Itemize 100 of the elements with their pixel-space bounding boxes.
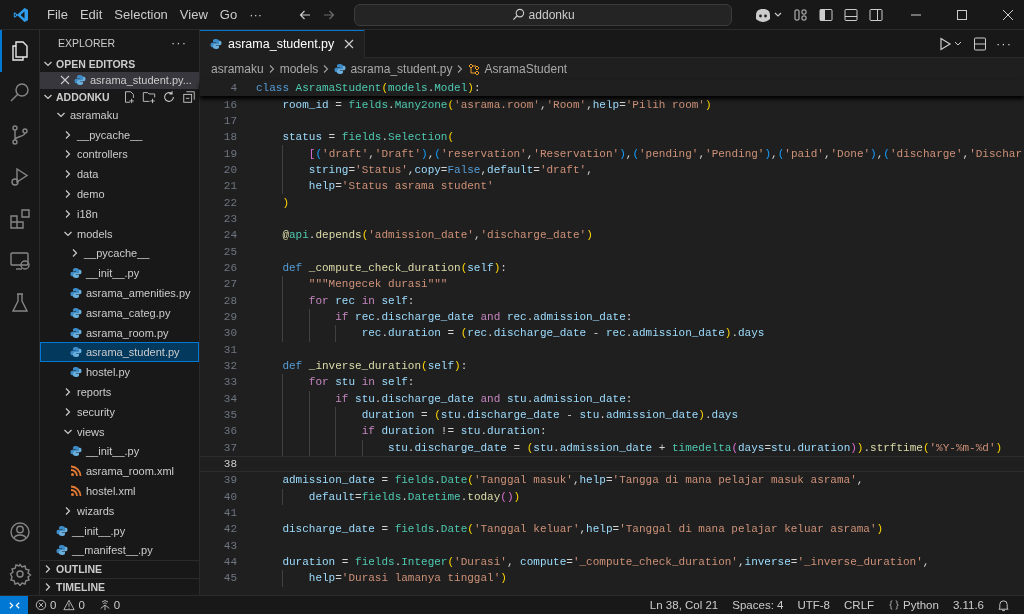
tree-item[interactable]: wizards — [40, 500, 199, 521]
status-item[interactable]: Spaces: 4 — [725, 599, 791, 611]
tree-item[interactable]: hostel.py — [40, 362, 199, 383]
file-name: __init__.py — [86, 445, 140, 458]
sidebar-toggle-icon[interactable] — [818, 6, 834, 23]
tree-item[interactable]: __pycache__ — [40, 124, 199, 145]
menu-item[interactable]: Go — [213, 7, 244, 22]
tree-item[interactable]: controllers — [40, 144, 199, 165]
python-file-icon — [70, 306, 82, 319]
line-number: 32 — [222, 360, 237, 372]
status-item[interactable]: Python — [881, 599, 946, 611]
status-item[interactable]: Ln 38, Col 21 — [642, 599, 726, 611]
extensions-icon — [7, 207, 32, 231]
line-number: 28 — [222, 294, 237, 307]
breadcrumb-item[interactable]: asrama_student.py — [350, 62, 453, 76]
code-line: if stu.discharge_date and stu.admission_date: — [335, 392, 633, 405]
tree-item[interactable]: hostel.xml — [40, 481, 199, 501]
line-number: 38 — [222, 458, 237, 471]
line-number: 31 — [222, 343, 237, 356]
code-line: rec.duration = (rec.discharge_date - rec.admission_date).days — [361, 327, 765, 340]
python-file-icon — [70, 267, 82, 280]
tree-item[interactable]: __init__.py — [40, 520, 199, 541]
code-line: duration = (stu.discharge_date - stu.admission_date).days — [361, 409, 738, 422]
line-number: 34 — [222, 392, 237, 405]
tree-item[interactable]: __init__.py — [40, 441, 199, 462]
editor-tab[interactable]: asrama_student.py — [200, 30, 366, 58]
tree-item[interactable]: i18n — [40, 203, 199, 224]
tree-item[interactable]: __init__.py — [40, 263, 199, 284]
menu-item[interactable]: Edit — [73, 7, 109, 22]
panel-toggle-icon[interactable] — [843, 6, 859, 23]
file-name: __manifest__.py — [72, 544, 153, 557]
tree-item[interactable]: views — [40, 421, 199, 442]
app-logo-icon[interactable] — [13, 6, 29, 23]
tree-item[interactable]: security — [40, 401, 199, 422]
open-editors-header[interactable]: OPEN EDITORS — [40, 55, 199, 73]
tree-item[interactable]: __pycache__ — [40, 243, 199, 264]
menu-item[interactable]: View — [173, 7, 214, 22]
line-number: 37 — [222, 441, 237, 454]
more-actions-button[interactable]: ··· — [996, 36, 1012, 51]
folder-header[interactable]: ADDONKU — [40, 88, 199, 105]
file-name: asrama_categ.py — [86, 306, 171, 319]
tree-item[interactable]: asrama_room.py — [40, 322, 199, 343]
braces-icon — [888, 599, 901, 611]
close-icon[interactable] — [1002, 8, 1014, 21]
tree-item[interactable]: reports — [40, 382, 199, 402]
secondary-sidebar-icon[interactable] — [868, 6, 884, 23]
line-number: 20 — [222, 163, 237, 176]
code-line: @api.depends('admission_date','discharge_date') — [282, 229, 593, 242]
line-number: 33 — [222, 376, 237, 389]
collapse-all-icon[interactable] — [182, 89, 196, 104]
menu-item[interactable]: File — [41, 7, 74, 22]
notification-bell-icon[interactable] — [997, 598, 1010, 612]
python-file-icon — [70, 287, 82, 299]
search-field[interactable]: addonku — [354, 3, 733, 26]
menu-item[interactable]: Selection — [108, 7, 174, 22]
file-name: wizards — [77, 504, 115, 517]
code-line: for rec in self: — [308, 294, 415, 307]
status-item[interactable]: CRLF — [837, 599, 882, 611]
tree-item[interactable]: models — [40, 223, 199, 244]
more-menu-button[interactable]: ··· — [243, 7, 269, 22]
tree-item[interactable]: demo — [40, 184, 199, 204]
more-actions-button[interactable]: ··· — [171, 35, 187, 51]
section-title: OPEN EDITORS — [56, 58, 136, 70]
open-editor-item[interactable]: asrama_student.py... — [40, 72, 199, 89]
indent-guide — [361, 439, 363, 456]
tree-item[interactable]: asrama_categ.py — [40, 302, 199, 323]
errors-button[interactable]: 0 — [28, 599, 64, 611]
layout-icon[interactable] — [793, 6, 809, 23]
refresh-icon[interactable] — [162, 89, 176, 104]
file-name: __pycache__ — [84, 247, 150, 260]
tree-item[interactable]: asrama_amenities.py — [40, 283, 199, 303]
breadcrumb-item[interactable]: models — [279, 62, 319, 76]
code-line: help='Status asrama student' — [308, 180, 494, 193]
split-editor-icon[interactable] — [972, 35, 988, 52]
tree-item[interactable]: __manifest__.py — [40, 540, 199, 561]
breadcrumb-item[interactable]: AsramaStudent — [484, 62, 568, 76]
close-icon[interactable] — [60, 75, 70, 86]
code-line: admission_date = fields.Date('Tanggal masuk',help='Tangga di mana pelajar masuk asrama', — [282, 474, 864, 487]
code-line: default=fields.Datetime.today()) — [308, 490, 521, 503]
account-icon — [7, 520, 32, 544]
status-item[interactable]: UTF-8 — [790, 599, 838, 611]
tree-item[interactable]: asrama_student.py — [40, 342, 199, 363]
indent-guide — [282, 570, 284, 587]
new-folder-icon[interactable] — [142, 89, 156, 104]
tree-item[interactable]: asramaku — [40, 104, 199, 125]
panel-header[interactable]: OUTLINE — [40, 560, 199, 578]
file-name: demo — [77, 188, 105, 200]
panel-header[interactable]: TIMELINE — [40, 577, 199, 595]
status-item[interactable]: 3.11.6 — [945, 599, 991, 611]
warnings-button[interactable]: 0 — [63, 599, 92, 611]
file-name: views — [77, 425, 105, 438]
tree-item[interactable]: asrama_room.xml — [40, 461, 199, 482]
run-icon[interactable] — [938, 35, 964, 52]
close-icon[interactable] — [344, 39, 355, 49]
maximize-icon[interactable] — [956, 8, 968, 21]
tree-item[interactable]: data — [40, 164, 199, 185]
ports-button[interactable]: 0 — [91, 599, 128, 611]
breadcrumb-item[interactable]: asramaku — [211, 62, 264, 76]
line-number: 29 — [222, 311, 237, 323]
new-file-icon[interactable] — [122, 89, 136, 104]
